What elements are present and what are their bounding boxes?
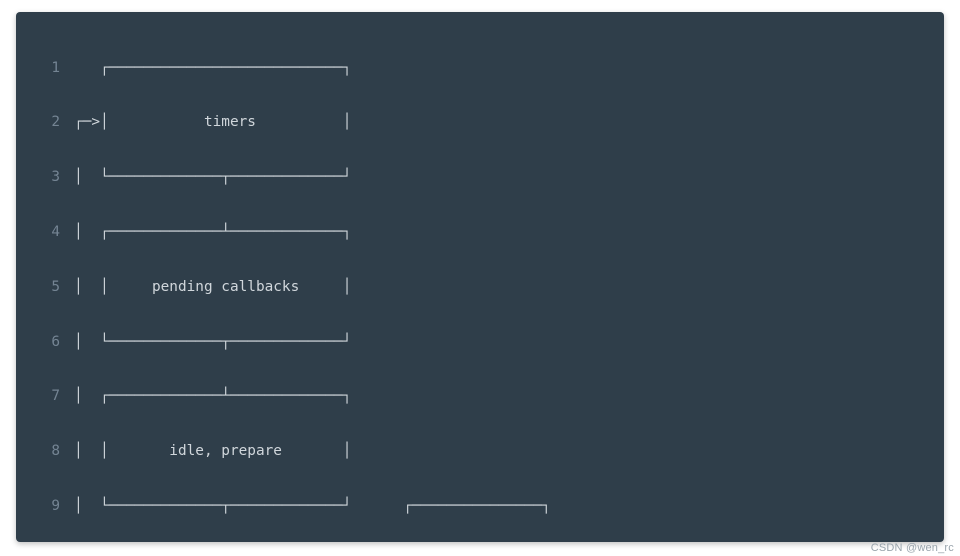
line-text: │ ┌─────────────┴─────────────┐ (74, 389, 351, 403)
line-text: ┌───────────────────────────┐ (74, 61, 351, 75)
code-line: 4│ ┌─────────────┴─────────────┐ (16, 219, 551, 245)
line-number: 8 (16, 444, 74, 458)
code-panel: 1 ┌───────────────────────────┐ 2┌─>│ ti… (16, 12, 944, 542)
line-text: │ │ pending callbacks │ (74, 280, 351, 294)
line-number: 1 (16, 61, 74, 75)
line-number: 3 (16, 170, 74, 184)
line-text: │ ┌─────────────┴─────────────┐ (74, 225, 351, 239)
line-text: │ └─────────────┬─────────────┘ (74, 335, 351, 349)
code-line: 8│ │ idle, prepare │ (16, 439, 551, 465)
code-line: 9│ └─────────────┬─────────────┘ ┌──────… (16, 493, 551, 519)
line-number: 4 (16, 225, 74, 239)
code-line: 7│ ┌─────────────┴─────────────┐ (16, 384, 551, 410)
watermark-text: CSDN @wen_rc (871, 542, 954, 554)
line-number: 7 (16, 389, 74, 403)
line-number: 2 (16, 115, 74, 129)
line-text: │ └─────────────┬─────────────┘ (74, 170, 351, 184)
code-line: 5│ │ pending callbacks │ (16, 274, 551, 300)
event-loop-diagram: 1 ┌───────────────────────────┐ 2┌─>│ ti… (16, 26, 551, 542)
line-text: ┌─>│ timers │ (74, 115, 351, 129)
line-text: │ └─────────────┬─────────────┘ ┌───────… (74, 499, 551, 513)
code-line: 6│ └─────────────┬─────────────┘ (16, 329, 551, 355)
line-number: 9 (16, 499, 74, 513)
line-number: 5 (16, 280, 74, 294)
code-line: 3│ └─────────────┬─────────────┘ (16, 164, 551, 190)
code-line: 2┌─>│ timers │ (16, 110, 551, 136)
line-text: │ │ idle, prepare │ (74, 444, 351, 458)
code-line: 1 ┌───────────────────────────┐ (16, 55, 551, 81)
line-number: 6 (16, 335, 74, 349)
